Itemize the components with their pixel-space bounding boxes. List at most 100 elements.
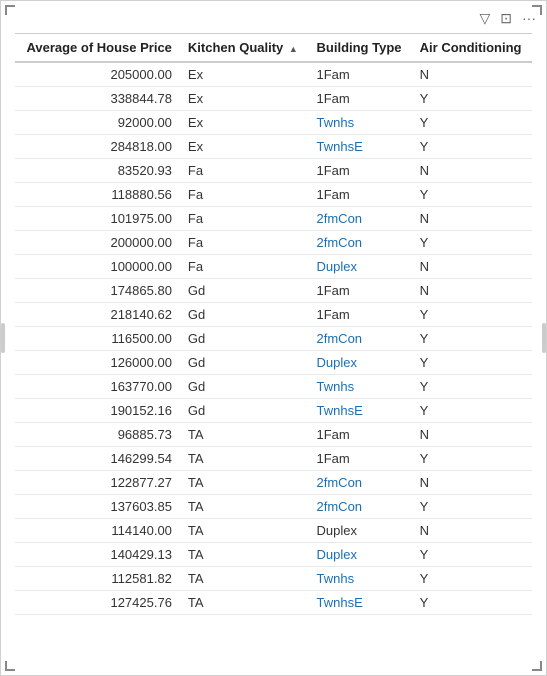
cell-building-type[interactable]: 2fmCon xyxy=(309,495,412,519)
cell-avg-price: 126000.00 xyxy=(15,351,180,375)
cell-air-conditioning: Y xyxy=(412,543,532,567)
table-row: 100000.00FaDuplexN xyxy=(15,255,532,279)
cell-building-type[interactable]: Twnhs xyxy=(309,111,412,135)
cell-avg-price: 127425.76 xyxy=(15,591,180,615)
cell-building-type[interactable]: Duplex xyxy=(309,543,412,567)
cell-avg-price: 200000.00 xyxy=(15,231,180,255)
cell-avg-price: 116500.00 xyxy=(15,327,180,351)
cell-building-type[interactable]: 2fmCon xyxy=(309,231,412,255)
corner-bracket-tr xyxy=(532,5,542,15)
cell-avg-price: 338844.78 xyxy=(15,87,180,111)
cell-building-type: Duplex xyxy=(309,519,412,543)
cell-building-type[interactable]: Duplex xyxy=(309,255,412,279)
table-row: 126000.00GdDuplexY xyxy=(15,351,532,375)
corner-bracket-tl xyxy=(5,5,15,15)
cell-air-conditioning: Y xyxy=(412,231,532,255)
cell-building-type[interactable]: Twnhs xyxy=(309,375,412,399)
cell-air-conditioning: Y xyxy=(412,399,532,423)
corner-bracket-bl xyxy=(5,661,15,671)
cell-kitchen-quality: Fa xyxy=(180,255,309,279)
cell-building-type[interactable]: 2fmCon xyxy=(309,471,412,495)
table-row: 101975.00Fa2fmConN xyxy=(15,207,532,231)
col-header-building-type: Building Type xyxy=(309,34,412,63)
cell-kitchen-quality: TA xyxy=(180,567,309,591)
table-row: 112581.82TATwnhsY xyxy=(15,567,532,591)
cell-air-conditioning: Y xyxy=(412,135,532,159)
cell-avg-price: 163770.00 xyxy=(15,375,180,399)
sort-arrow-kitchen-quality: ▲ xyxy=(289,44,298,54)
cell-air-conditioning: N xyxy=(412,62,532,87)
cell-kitchen-quality: TA xyxy=(180,543,309,567)
table-row: 200000.00Fa2fmConY xyxy=(15,231,532,255)
cell-building-type: 1Fam xyxy=(309,447,412,471)
table-header-row: Average of House Price Kitchen Quality ▲… xyxy=(15,34,532,63)
cell-kitchen-quality: Gd xyxy=(180,303,309,327)
table-row: 122877.27TA2fmConN xyxy=(15,471,532,495)
cell-avg-price: 92000.00 xyxy=(15,111,180,135)
cell-building-type[interactable]: TwnhsE xyxy=(309,135,412,159)
cell-avg-price: 205000.00 xyxy=(15,62,180,87)
table-row: 205000.00Ex1FamN xyxy=(15,62,532,87)
cell-avg-price: 174865.80 xyxy=(15,279,180,303)
table-wrapper: Average of House Price Kitchen Quality ▲… xyxy=(1,33,546,675)
cell-kitchen-quality: Gd xyxy=(180,375,309,399)
cell-building-type[interactable]: Duplex xyxy=(309,351,412,375)
table-row: 127425.76TATwnhsEY xyxy=(15,591,532,615)
filter-icon[interactable]: ▽ xyxy=(479,10,490,27)
cell-avg-price: 100000.00 xyxy=(15,255,180,279)
cell-kitchen-quality: Gd xyxy=(180,279,309,303)
cell-kitchen-quality: Gd xyxy=(180,327,309,351)
cell-air-conditioning: N xyxy=(412,423,532,447)
cell-building-type[interactable]: 2fmCon xyxy=(309,207,412,231)
cell-air-conditioning: Y xyxy=(412,447,532,471)
col-header-kitchen-quality[interactable]: Kitchen Quality ▲ xyxy=(180,34,309,63)
resize-handle-right[interactable] xyxy=(542,323,546,353)
cell-avg-price: 218140.62 xyxy=(15,303,180,327)
cell-air-conditioning: N xyxy=(412,279,532,303)
table-row: 96885.73TA1FamN xyxy=(15,423,532,447)
table-icon[interactable]: ⊡ xyxy=(500,10,512,27)
cell-avg-price: 96885.73 xyxy=(15,423,180,447)
cell-air-conditioning: Y xyxy=(412,183,532,207)
cell-kitchen-quality: TA xyxy=(180,591,309,615)
toolbar: ▽ ⊡ ··· xyxy=(1,1,546,33)
cell-kitchen-quality: Fa xyxy=(180,207,309,231)
cell-building-type[interactable]: Twnhs xyxy=(309,567,412,591)
cell-kitchen-quality: Fa xyxy=(180,183,309,207)
cell-avg-price: 146299.54 xyxy=(15,447,180,471)
table-row: 114140.00TADuplexN xyxy=(15,519,532,543)
table-row: 218140.62Gd1FamY xyxy=(15,303,532,327)
cell-building-type: 1Fam xyxy=(309,279,412,303)
table-row: 338844.78Ex1FamY xyxy=(15,87,532,111)
table-row: 174865.80Gd1FamN xyxy=(15,279,532,303)
resize-handle-left[interactable] xyxy=(1,323,5,353)
data-table: Average of House Price Kitchen Quality ▲… xyxy=(15,33,532,615)
cell-air-conditioning: Y xyxy=(412,495,532,519)
table-row: 146299.54TA1FamY xyxy=(15,447,532,471)
cell-kitchen-quality: Ex xyxy=(180,111,309,135)
cell-kitchen-quality: TA xyxy=(180,447,309,471)
cell-kitchen-quality: TA xyxy=(180,495,309,519)
cell-kitchen-quality: Gd xyxy=(180,351,309,375)
table-row: 116500.00Gd2fmConY xyxy=(15,327,532,351)
cell-building-type[interactable]: TwnhsE xyxy=(309,399,412,423)
cell-air-conditioning: N xyxy=(412,519,532,543)
cell-air-conditioning: N xyxy=(412,471,532,495)
cell-building-type: 1Fam xyxy=(309,159,412,183)
table-row: 83520.93Fa1FamN xyxy=(15,159,532,183)
corner-bracket-br xyxy=(532,661,542,671)
cell-kitchen-quality: Fa xyxy=(180,231,309,255)
cell-air-conditioning: N xyxy=(412,255,532,279)
cell-air-conditioning: Y xyxy=(412,327,532,351)
cell-building-type: 1Fam xyxy=(309,183,412,207)
cell-kitchen-quality: TA xyxy=(180,519,309,543)
cell-building-type[interactable]: TwnhsE xyxy=(309,591,412,615)
table-row: 137603.85TA2fmConY xyxy=(15,495,532,519)
table-row: 118880.56Fa1FamY xyxy=(15,183,532,207)
cell-air-conditioning: Y xyxy=(412,111,532,135)
cell-kitchen-quality: Gd xyxy=(180,399,309,423)
cell-building-type[interactable]: 2fmCon xyxy=(309,327,412,351)
cell-air-conditioning: N xyxy=(412,159,532,183)
cell-avg-price: 112581.82 xyxy=(15,567,180,591)
cell-air-conditioning: Y xyxy=(412,87,532,111)
